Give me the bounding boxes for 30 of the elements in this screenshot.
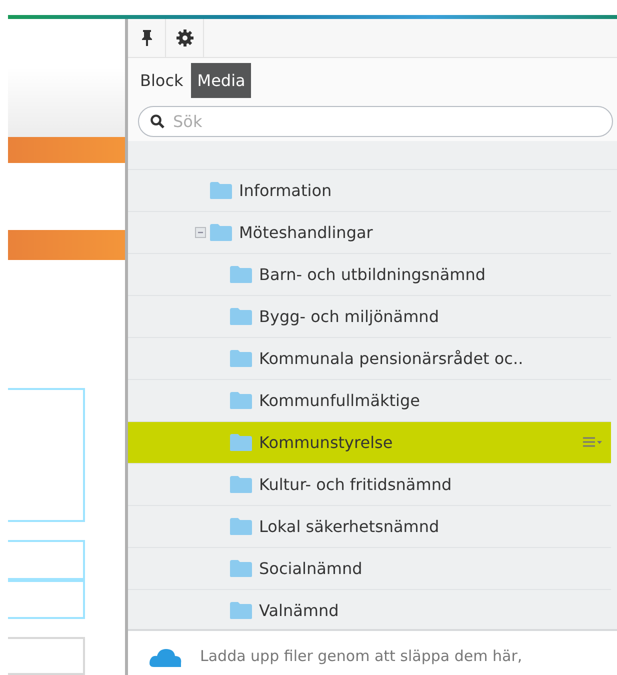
settings-icon [176, 29, 194, 47]
folder-icon [209, 181, 233, 200]
search-icon [150, 114, 165, 129]
folder-icon [229, 559, 253, 578]
search-field[interactable]: Sök [138, 106, 613, 137]
folder-row[interactable]: Kultur- och fritidsnämnd [128, 464, 611, 506]
folder-row[interactable]: Information [128, 170, 611, 212]
folder-icon [229, 391, 253, 410]
folder-icon [229, 433, 253, 452]
folder-row[interactable]: Möteshandlingar [128, 212, 611, 254]
folder-icon [229, 517, 253, 536]
tab[interactable]: Media [191, 62, 252, 98]
folder-icon [229, 307, 253, 326]
menu-icon[interactable] [583, 436, 603, 448]
folder-row[interactable]: Barn- och utbildningsnämnd [128, 254, 611, 296]
tab[interactable]: Block [134, 62, 190, 98]
folder-row[interactable]: Kommunstyrelse [128, 422, 611, 464]
folder-icon [229, 601, 253, 620]
folder-icon [229, 265, 253, 284]
folder-icon [229, 349, 253, 368]
folder-icon [209, 223, 233, 242]
cloud-icon [148, 647, 182, 667]
folder-row[interactable]: Lokal säkerhetsnämnd [128, 506, 611, 548]
upload-hint: Ladda upp filer genom att släppa dem här, [200, 647, 522, 665]
folder-icon [229, 475, 253, 494]
folder-row[interactable]: Bygg- och miljönämnd [128, 296, 611, 338]
pin-icon [140, 29, 152, 47]
folder-row[interactable]: Kommunala pensionärsrådet oc.. [128, 338, 611, 380]
collapse-icon[interactable] [195, 227, 206, 238]
folder-row[interactable]: Socialnämnd [128, 548, 611, 590]
